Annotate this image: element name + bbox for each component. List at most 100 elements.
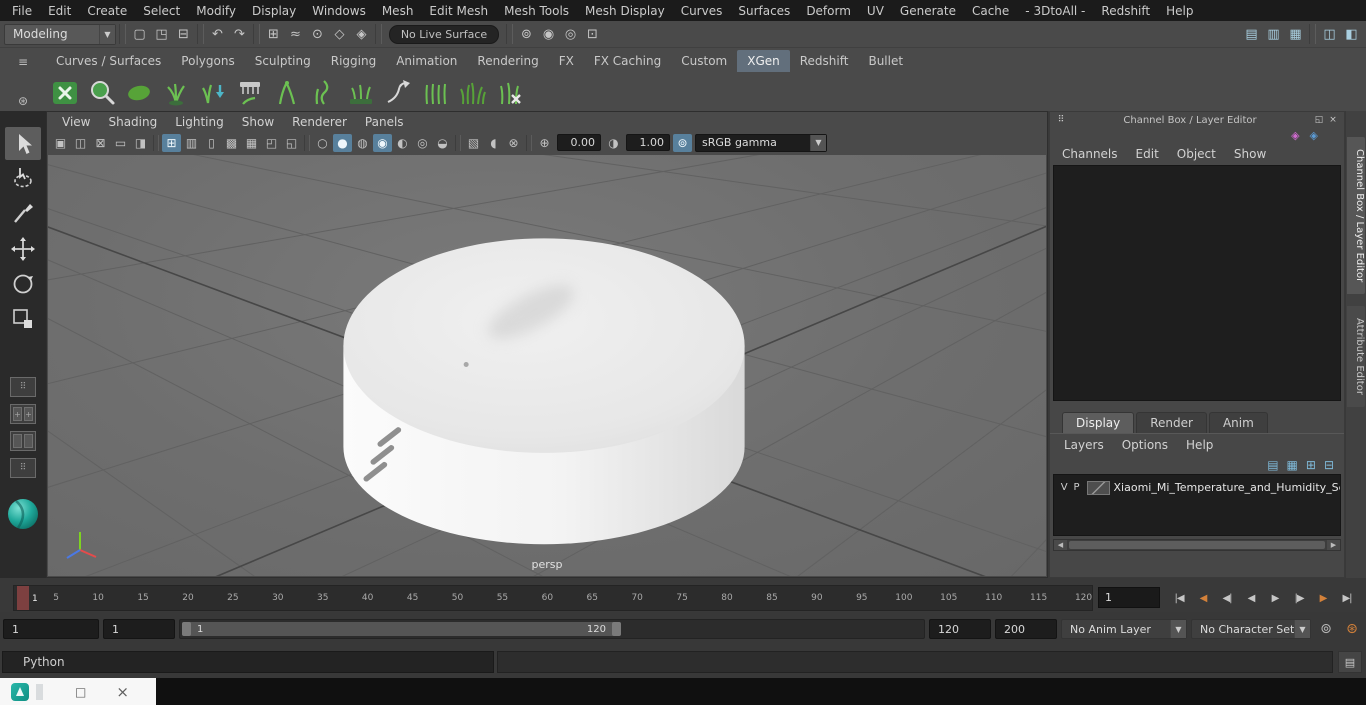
create-empty-layer-icon[interactable]: ⊞ [1306,458,1316,472]
snap-to-curve-icon[interactable]: ≈ [285,24,306,45]
layer-playback-toggle[interactable]: P [1070,482,1082,493]
menu-set-dropdown[interactable]: Modeling ▼ [4,23,116,45]
render-current-frame-icon[interactable]: ◉ [538,24,559,45]
drag-handle-icon[interactable]: ⠿ [1054,114,1068,127]
menubar-item[interactable]: Cache [964,4,1017,18]
sidebar-tab[interactable]: Channel Box / Layer Editor [1347,137,1365,295]
shaded-display-icon[interactable]: ● [333,133,352,152]
undo-icon[interactable]: ↶ [207,24,228,45]
menubar-item[interactable]: Select [135,4,188,18]
live-surface-field[interactable]: No Live Surface [389,24,499,44]
manip-attributes-pink-icon[interactable]: ◈ [1291,129,1299,142]
range-end-handle[interactable] [611,622,621,636]
menubar-item[interactable]: Help [1158,4,1201,18]
move-layer-up-icon[interactable]: ▤ [1267,458,1278,472]
channel-box-menu[interactable]: Channels [1054,147,1126,161]
time-slider[interactable]: 5 10 15 20 25 30 35 40 45 50 55 60 65 70 75 80 85 90 95 100… [13,585,1093,611]
menubar-item[interactable]: UV [859,4,892,18]
shelf-tab[interactable]: Redshift [790,50,859,72]
scroll-right-icon[interactable]: ▶ [1327,540,1340,550]
shelf-menu-icon[interactable]: ≡ [13,54,33,69]
channel-box-menu[interactable]: Edit [1128,147,1167,161]
viewport-menu[interactable]: Lighting [166,115,233,129]
safe-title-icon[interactable]: ◱ [282,134,301,152]
layer-editor-tab[interactable]: Display [1062,412,1135,433]
command-line-result[interactable] [497,651,1333,673]
scale-tool[interactable] [5,302,41,335]
viewport-canvas[interactable]: persp [48,155,1046,576]
menubar-item[interactable]: Redshift [1093,4,1158,18]
menubar-item[interactable]: Windows [304,4,374,18]
viewport-menu[interactable]: Show [233,115,283,129]
tool-settings-toggle-icon[interactable]: ◫ [1319,24,1340,45]
playback-range-bar[interactable]: 1 120 [182,622,621,636]
float-panel-icon[interactable]: ◱ [1312,114,1326,127]
xgen-grass-icon[interactable] [455,76,488,109]
new-scene-icon[interactable]: ▢ [129,24,150,45]
xgen-description-icon[interactable] [159,76,192,109]
lasso-select-tool[interactable] [5,162,41,195]
shelf-tab[interactable]: Rendering [467,50,548,72]
shelf-tab[interactable]: FX [549,50,584,72]
maya-sphere-icon[interactable] [6,497,40,531]
shelf-tab[interactable]: Custom [671,50,737,72]
save-scene-icon[interactable]: ⊟ [173,24,194,45]
character-set-dropdown[interactable]: No Character Set ▼ [1191,619,1311,639]
camera-attributes-icon[interactable]: ⊠ [91,134,110,152]
step-forward-frame-button[interactable]: |▶ [1288,587,1310,609]
single-pane-layout-button[interactable]: ⠿ [10,377,36,397]
select-tool[interactable] [5,127,41,160]
shelf-tab[interactable]: Sculpting [245,50,321,72]
menubar-item[interactable]: Edit Mesh [421,4,496,18]
range-slider[interactable]: 1 120 [179,619,925,639]
shelf-tab[interactable]: Animation [386,50,467,72]
animation-start-field[interactable]: 1 [3,619,99,639]
xgen-interactive-groom-icon[interactable] [492,76,525,109]
menubar-item[interactable]: Edit [40,4,79,18]
character-set-menu-icon[interactable]: ⊚ [1315,618,1337,640]
viewport-menu[interactable]: View [53,115,99,129]
layer-editor-tab[interactable]: Render [1136,412,1207,433]
ipr-render-icon[interactable]: ◎ [560,24,581,45]
step-forward-key-button[interactable]: ▶ [1312,587,1334,609]
current-frame-marker[interactable] [17,586,29,610]
play-backwards-button[interactable]: ◀ [1240,587,1262,609]
layer-editor-menu[interactable]: Layers [1056,438,1112,452]
sidebar-tab[interactable]: Attribute Editor [1347,306,1365,408]
menubar-item[interactable]: Deform [798,4,859,18]
move-tool[interactable] [5,232,41,265]
exposure-field[interactable]: 0.00 [557,134,601,151]
use-all-lights-icon[interactable]: ◐ [393,134,412,152]
select-camera-icon[interactable]: ▣ [51,134,70,152]
xgen-noise-icon[interactable] [307,76,340,109]
paint-select-tool[interactable] [5,197,41,230]
go-to-end-button[interactable]: ▶| [1336,587,1358,609]
gamma-field[interactable]: 1.00 [626,134,670,151]
scroll-left-icon[interactable]: ◀ [1054,540,1067,550]
step-back-frame-button[interactable]: ◀| [1216,587,1238,609]
isolate-select-icon[interactable]: ▧ [464,134,483,152]
menubar-item[interactable]: Curves [673,4,731,18]
render-settings-icon[interactable]: ⊡ [582,24,603,45]
attribute-editor-toggle-icon[interactable]: ▦ [1285,24,1306,45]
channel-list-empty[interactable] [1053,165,1341,401]
viewport-menu[interactable]: Renderer [283,115,356,129]
film-gate-icon[interactable]: ▥ [182,134,201,152]
snap-to-point-icon[interactable]: ⊙ [307,24,328,45]
viewport-menu[interactable]: Panels [356,115,413,129]
gate-mask-icon[interactable]: ▩ [222,134,241,152]
menubar-item[interactable]: File [4,4,40,18]
open-scene-icon[interactable]: ◳ [151,24,172,45]
scrollbar-thumb[interactable] [1069,541,1325,549]
rotate-tool[interactable] [5,267,41,300]
lock-camera-icon[interactable]: ◫ [71,134,90,152]
layer-editor-tab[interactable]: Anim [1208,412,1268,433]
layer-row[interactable]: V P Xiaomi_Mi_Temperature_and_Humidity_S… [1054,477,1340,498]
maximize-icon[interactable]: □ [75,685,86,699]
image-plane-icon[interactable]: ◨ [131,134,150,152]
menubar-item[interactable]: Surfaces [730,4,798,18]
channel-box-menu[interactable]: Object [1169,147,1224,161]
shelf-tab[interactable]: XGen [737,50,790,72]
shelf-tab[interactable]: Rigging [321,50,386,72]
snap-to-view-plane-icon[interactable]: ◇ [329,24,350,45]
